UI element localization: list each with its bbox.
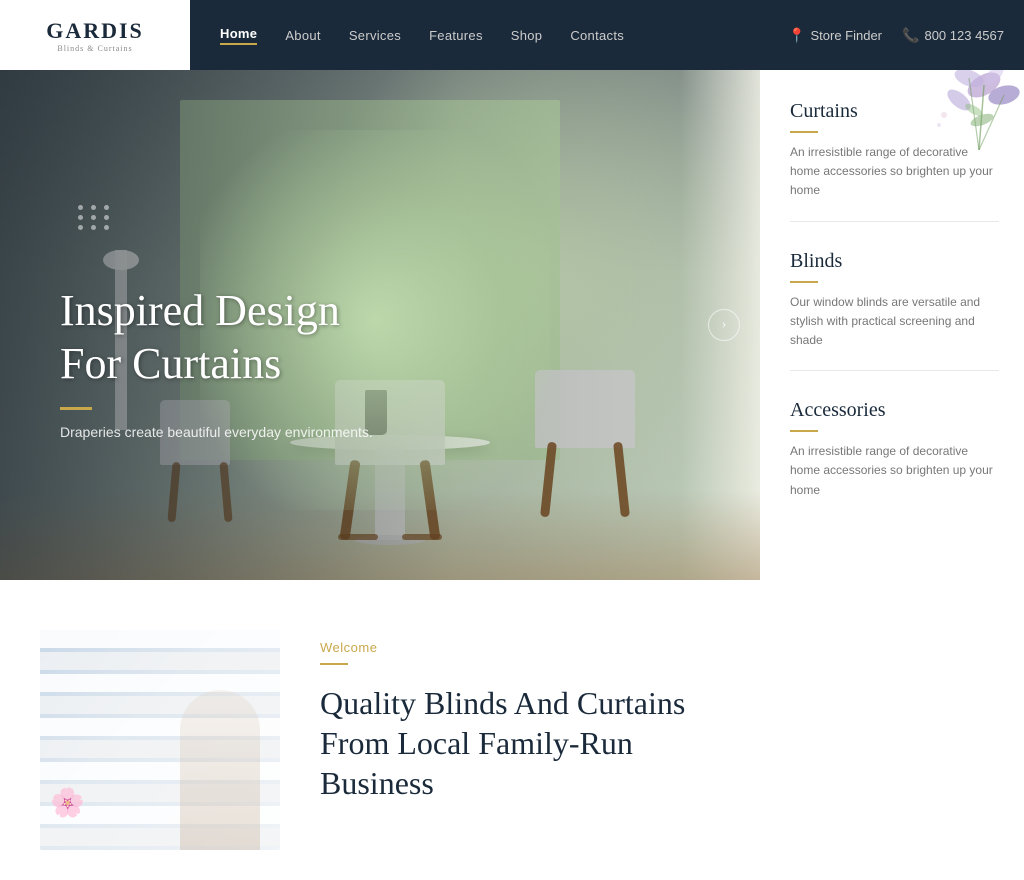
store-finder[interactable]: 📍 Store Finder	[788, 27, 882, 44]
sidebar-accessories-title[interactable]: Accessories	[790, 399, 999, 422]
nav-right: 📍 Store Finder 📞 800 123 4567	[788, 27, 1024, 44]
deco-circles	[78, 205, 112, 230]
sidebar-accessories-text: An irresistible range of decorative home…	[790, 442, 999, 500]
floral-decoration	[764, 70, 1024, 190]
sidebar-blinds-title[interactable]: Blinds	[790, 250, 999, 273]
welcome-title-line3: Business	[320, 765, 434, 801]
logo-sub: Blinds & Curtains	[46, 44, 144, 53]
logo[interactable]: GARDIS Blinds & Curtains	[0, 0, 190, 70]
welcome-title-line1: Quality Blinds And Curtains	[320, 685, 685, 721]
welcome-title: Quality Blinds And Curtains From Local F…	[320, 683, 685, 803]
welcome-image-background: 🌸	[40, 630, 280, 850]
welcome-accent	[320, 663, 348, 665]
welcome-label: Welcome	[320, 640, 685, 655]
nav-shop[interactable]: Shop	[511, 28, 543, 43]
hero-sidebar: Curtains An irresistible range of decora…	[760, 70, 1024, 580]
nav-services[interactable]: Services	[349, 28, 401, 43]
slider-next-arrow[interactable]: ›	[708, 309, 740, 341]
sidebar-accessories-accent	[790, 430, 818, 432]
logo-text: GARDIS	[46, 18, 144, 44]
nav-home[interactable]: Home	[220, 26, 257, 45]
sidebar-blinds-accent	[790, 281, 818, 283]
hero-title: Inspired DesignFor Curtains	[60, 285, 373, 391]
nav-links: Home About Services Features Shop Contac…	[190, 26, 788, 45]
phone-number[interactable]: 📞 800 123 4567	[902, 27, 1004, 44]
hero-section: Inspired DesignFor Curtains Draperies cr…	[0, 70, 1024, 580]
person-silhouette	[180, 690, 260, 850]
hero-subtitle: Draperies create beautiful everyday envi…	[60, 424, 373, 440]
blind-stripe-3	[40, 674, 280, 692]
welcome-image: 🌸	[40, 630, 280, 850]
blind-stripe-2	[40, 652, 280, 670]
phone-icon: 📞	[902, 27, 919, 44]
nav-contacts[interactable]: Contacts	[570, 28, 624, 43]
chevron-right-icon: ›	[722, 317, 727, 333]
hero-divider	[60, 407, 92, 410]
sidebar-blinds: Blinds Our window blinds are versatile a…	[790, 250, 999, 372]
welcome-section: 🌸 Welcome Quality Blinds And Curtains Fr…	[0, 580, 1024, 880]
nav-about[interactable]: About	[285, 28, 320, 43]
blind-stripe-1	[40, 630, 280, 648]
sidebar-accessories: Accessories An irresistible range of dec…	[790, 399, 999, 520]
flower-decoration: 🌸	[50, 786, 85, 820]
hero-image-area: Inspired DesignFor Curtains Draperies cr…	[0, 70, 760, 580]
phone-label: 800 123 4567	[924, 28, 1004, 43]
sidebar-blinds-text: Our window blinds are versatile and styl…	[790, 293, 999, 351]
store-finder-label: Store Finder	[810, 28, 882, 43]
hero-text-block: Inspired DesignFor Curtains Draperies cr…	[60, 285, 373, 440]
navbar: GARDIS Blinds & Curtains Home About Serv…	[0, 0, 1024, 70]
nav-features[interactable]: Features	[429, 28, 483, 43]
welcome-title-line2: From Local Family-Run	[320, 725, 633, 761]
welcome-content: Welcome Quality Blinds And Curtains From…	[280, 630, 725, 850]
location-icon: 📍	[788, 27, 805, 44]
